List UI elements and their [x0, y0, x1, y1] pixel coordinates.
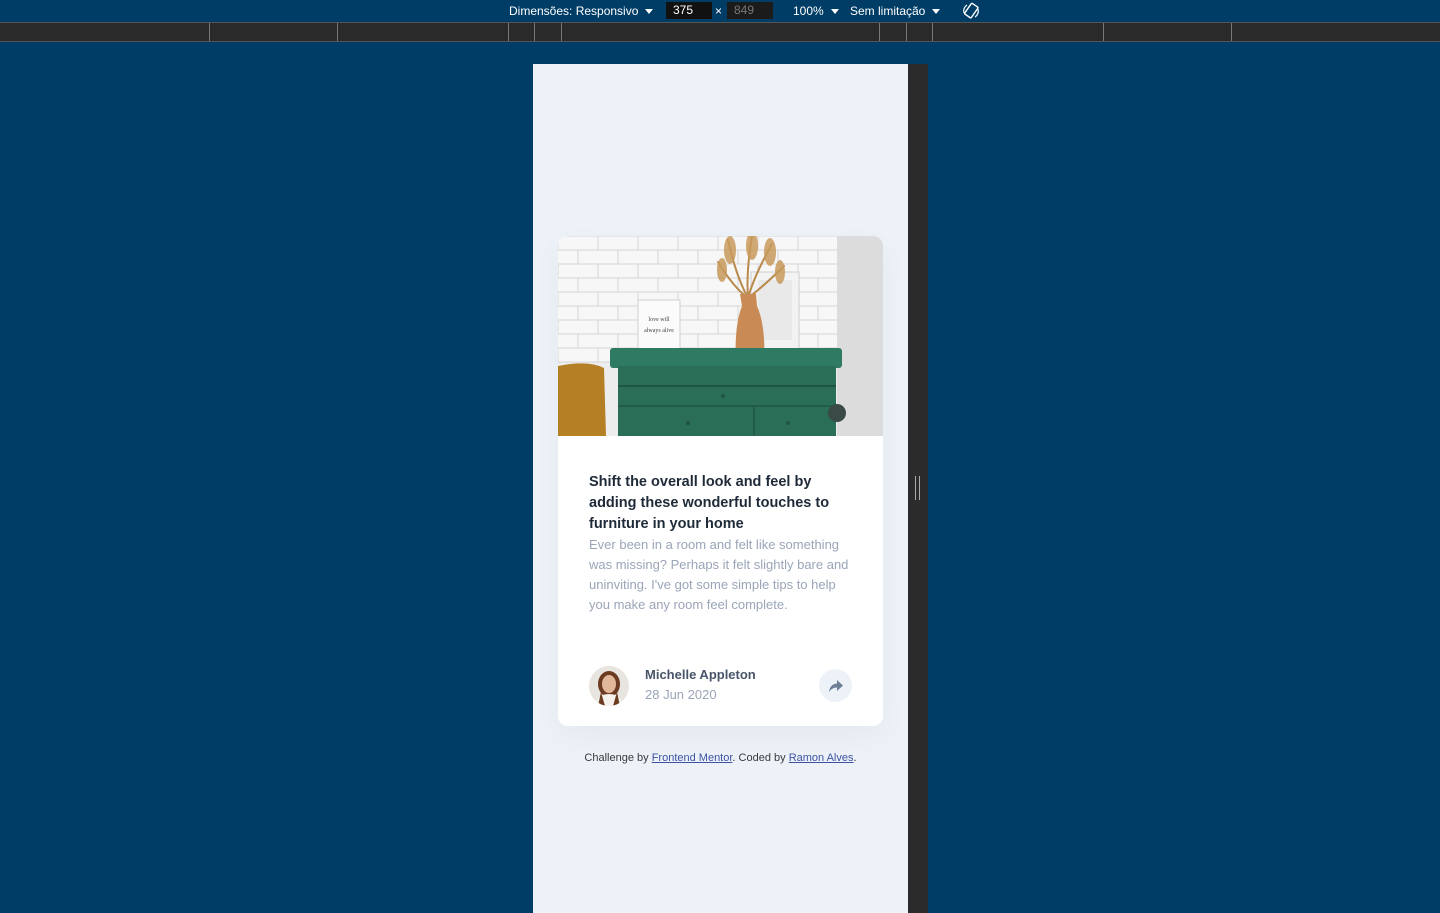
author-date: 28 Jun 2020 [645, 687, 717, 702]
share-button[interactable] [819, 669, 852, 702]
drawers-image: love will always alive [558, 236, 883, 436]
article-description: Ever been in a room and felt like someth… [589, 537, 849, 612]
chevron-down-icon [932, 8, 941, 14]
ruler-mark [508, 23, 509, 41]
frame-text-2: always alive [644, 328, 674, 334]
attribution-prefix: Challenge by [584, 752, 652, 764]
attribution-suffix: . [853, 752, 857, 764]
dimensions-label: Dimensões: Responsivo [509, 4, 639, 18]
chevron-down-icon [830, 8, 839, 14]
dimension-separator: × [715, 4, 723, 18]
viewport-resize-handle[interactable] [908, 64, 928, 913]
dimensions-dropdown[interactable]: Dimensões: Responsivo [509, 4, 654, 18]
frontend-mentor-link[interactable]: Frontend Mentor [652, 752, 733, 764]
responsive-toolbar: Dimensões: Responsivo 375 × 849 100% Sem… [0, 0, 1440, 22]
throttle-label: Sem limitação [850, 4, 926, 18]
resize-grip-icon [915, 476, 920, 500]
media-query-ruler[interactable] [0, 22, 1440, 42]
ruler-mark [534, 23, 535, 41]
attribution-middle: . Coded by [732, 752, 789, 764]
throttle-dropdown[interactable]: Sem limitação [850, 4, 941, 18]
ruler-mark [1103, 23, 1104, 41]
ruler-mark [906, 23, 907, 41]
frame-text: love will [648, 317, 669, 323]
card-content: Shift the overall look and feel by addin… [589, 472, 859, 615]
author-name: Michelle Appleton [645, 667, 756, 682]
attribution: Challenge by Frontend Mentor. Coded by R… [533, 752, 908, 764]
width-input[interactable]: 375 [666, 2, 712, 19]
article-title[interactable]: Shift the overall look and feel by addin… [589, 472, 859, 535]
device-viewport: love will always alive Shift the overall [533, 64, 908, 913]
chevron-down-icon [645, 8, 654, 14]
ruler-mark [561, 23, 562, 41]
ruler-mark [209, 23, 210, 41]
author-link[interactable]: Ramon Alves [789, 752, 854, 764]
ruler-mark [337, 23, 338, 41]
avatar [589, 666, 629, 706]
article-preview-card: love will always alive Shift the overall [558, 236, 883, 726]
zoom-label: 100% [793, 4, 824, 18]
ruler-mark [1231, 23, 1232, 41]
ruler-mark [932, 23, 933, 41]
height-input[interactable]: 849 [727, 2, 773, 19]
author-row: Michelle Appleton 28 Jun 2020 [589, 666, 852, 706]
share-icon [828, 679, 843, 692]
ruler-mark [879, 23, 880, 41]
rotate-icon[interactable] [961, 1, 981, 21]
zoom-dropdown[interactable]: 100% [793, 4, 839, 18]
